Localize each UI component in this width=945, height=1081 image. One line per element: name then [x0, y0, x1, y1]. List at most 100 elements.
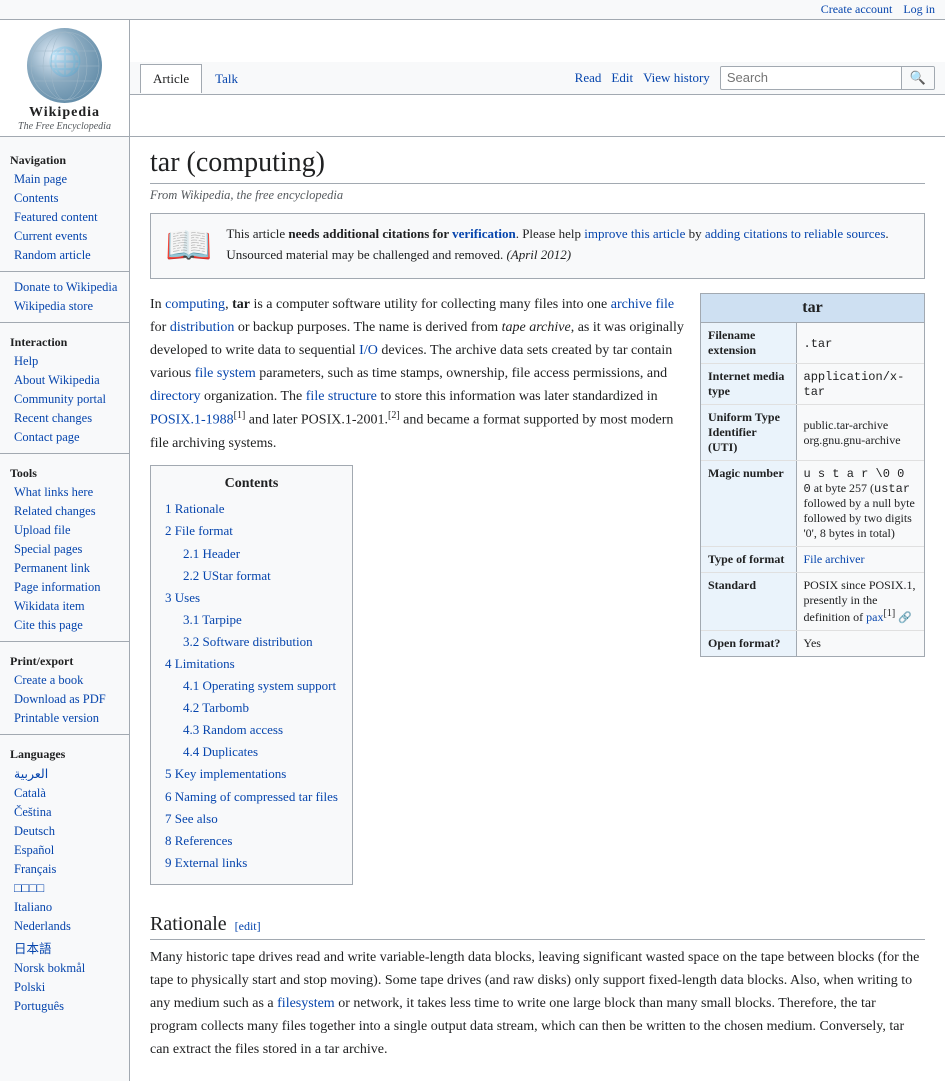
infobox-label: Open format?: [701, 631, 796, 657]
lang-boxes[interactable]: □□□□: [0, 879, 129, 898]
sidebar-item-featured[interactable]: Featured content: [0, 208, 129, 227]
filestructure-link[interactable]: file structure: [306, 389, 377, 404]
rationale-section: Rationale [edit] Many historic tape driv…: [150, 913, 925, 1061]
improve-link[interactable]: improve this article: [584, 226, 685, 241]
sidebar-item-recent[interactable]: Recent changes: [0, 409, 129, 428]
rationale-edit-link[interactable]: [edit]: [235, 919, 261, 934]
toc-link-4[interactable]: 4 Limitations: [165, 656, 235, 671]
toc-link-4-3[interactable]: 4.3 Random access: [183, 722, 283, 737]
lang-nederlands[interactable]: Nederlands: [0, 917, 129, 936]
sidebar-item-wikidata[interactable]: Wikidata item: [0, 597, 129, 616]
toc-item-4: 4 Limitations: [165, 653, 338, 675]
toc-link-6[interactable]: 6 Naming of compressed tar files: [165, 789, 338, 804]
lang-espanol[interactable]: Español: [0, 841, 129, 860]
languages-section-title: Languages: [0, 741, 129, 764]
article-body: tar Filename extension .tar Internet med…: [150, 293, 925, 899]
infobox-label: Internet media type: [701, 364, 796, 405]
posix-link[interactable]: POSIX.1-1988: [150, 413, 234, 428]
infobox-value: application/x-tar: [796, 364, 924, 405]
sidebar-item-special[interactable]: Special pages: [0, 540, 129, 559]
nav-section-title: Navigation: [0, 147, 129, 170]
toc-link-2-2[interactable]: 2.2 UStar format: [183, 568, 271, 583]
sidebar-item-contact[interactable]: Contact page: [0, 428, 129, 447]
archive-file-link[interactable]: archive file: [611, 297, 674, 312]
toc-link-4-2[interactable]: 4.2 Tarbomb: [183, 700, 249, 715]
io-link[interactable]: I/O: [359, 343, 378, 358]
file-archiver-link[interactable]: File archiver: [804, 552, 865, 566]
globe-svg: 🌐: [30, 31, 100, 101]
sidebar-item-createbook[interactable]: Create a book: [0, 671, 129, 690]
sidebar-item-current-events[interactable]: Current events: [0, 227, 129, 246]
tab-article[interactable]: Article: [140, 64, 202, 93]
search-input[interactable]: [721, 67, 901, 88]
toc-title: Contents: [165, 476, 338, 492]
lang-cestina[interactable]: Čeština: [0, 803, 129, 822]
tab-talk[interactable]: Talk: [202, 64, 251, 93]
sidebar-item-whatlinks[interactable]: What links here: [0, 483, 129, 502]
toc-link-9[interactable]: 9 External links: [165, 855, 247, 870]
pax-link[interactable]: pax: [866, 610, 883, 624]
search-button[interactable]: 🔍: [901, 67, 934, 89]
tab-edit[interactable]: Edit: [611, 70, 633, 86]
toc-sub-4: 4.1 Operating system support 4.2 Tarbomb…: [183, 675, 338, 763]
lang-francais[interactable]: Français: [0, 860, 129, 879]
sidebar-item-main-page[interactable]: Main page: [0, 170, 129, 189]
toc-link-5[interactable]: 5 Key implementations: [165, 766, 286, 781]
toc-link-7[interactable]: 7 See also: [165, 811, 218, 826]
toc-sub-2: 2.1 Header 2.2 UStar format: [183, 543, 338, 587]
toc-link-3-1[interactable]: 3.1 Tarpipe: [183, 612, 242, 627]
citations-link[interactable]: adding citations to reliable sources: [705, 226, 886, 241]
tab-view-history[interactable]: View history: [643, 70, 710, 86]
tab-bar: Article Talk Read Edit View history 🔍: [130, 62, 945, 95]
log-in-link[interactable]: Log in: [903, 2, 935, 16]
toc-link-3[interactable]: 3 Uses: [165, 590, 200, 605]
filesystem-link2[interactable]: filesystem: [277, 996, 335, 1011]
toc-item-8: 8 References: [165, 830, 338, 852]
site-logo[interactable]: 🌐 Wikipedia The Free Encyclopedia: [0, 20, 130, 136]
lang-polski[interactable]: Polski: [0, 978, 129, 997]
toc-link-4-1[interactable]: 4.1 Operating system support: [183, 678, 336, 693]
directory-link[interactable]: directory: [150, 389, 201, 404]
sidebar-item-pageinfo[interactable]: Page information: [0, 578, 129, 597]
toc-item-2-2: 2.2 UStar format: [183, 565, 338, 587]
sidebar-item-relatedchanges[interactable]: Related changes: [0, 502, 129, 521]
toc-link-1[interactable]: 1 Rationale: [165, 501, 225, 516]
toc-link-3-2[interactable]: 3.2 Software distribution: [183, 634, 313, 649]
lang-portuguese[interactable]: Português: [0, 997, 129, 1016]
filesystem-link[interactable]: file system: [195, 366, 256, 381]
sidebar-item-printable[interactable]: Printable version: [0, 709, 129, 728]
toc-link-2-1[interactable]: 2.1 Header: [183, 546, 240, 561]
toc-link-8[interactable]: 8 References: [165, 833, 233, 848]
computing-link[interactable]: computing: [165, 297, 225, 312]
toc-item-2: 2 File format: [165, 520, 338, 542]
sidebar-item-community[interactable]: Community portal: [0, 390, 129, 409]
table-row: Filename extension .tar: [701, 323, 924, 364]
sidebar-item-contents[interactable]: Contents: [0, 189, 129, 208]
sidebar-item-pdf[interactable]: Download as PDF: [0, 690, 129, 709]
sidebar-item-cite[interactable]: Cite this page: [0, 616, 129, 635]
lang-norsk[interactable]: Norsk bokmål: [0, 959, 129, 978]
toc-item-3-2: 3.2 Software distribution: [183, 631, 338, 653]
sidebar-item-donate[interactable]: Donate to Wikipedia: [0, 278, 129, 297]
table-row: Open format? Yes: [701, 631, 924, 657]
lang-japanese[interactable]: 日本語: [0, 936, 129, 959]
sidebar-item-store[interactable]: Wikipedia store: [0, 297, 129, 316]
lang-italiano[interactable]: Italiano: [0, 898, 129, 917]
sidebar-item-permanent[interactable]: Permanent link: [0, 559, 129, 578]
toc-link-2[interactable]: 2 File format: [165, 523, 233, 538]
logo-globe: 🌐: [27, 28, 102, 103]
sidebar-item-help[interactable]: Help: [0, 352, 129, 371]
sidebar-item-about[interactable]: About Wikipedia: [0, 371, 129, 390]
lang-arabic[interactable]: العربية: [0, 764, 129, 784]
verification-link[interactable]: verification: [452, 226, 516, 241]
search-form: 🔍: [720, 66, 935, 90]
sidebar-item-random[interactable]: Random article: [0, 246, 129, 265]
sidebar-item-upload[interactable]: Upload file: [0, 521, 129, 540]
lang-catala[interactable]: Català: [0, 784, 129, 803]
table-row: Standard POSIX since POSIX.1, presently …: [701, 573, 924, 631]
tab-read[interactable]: Read: [575, 70, 602, 86]
lang-deutsch[interactable]: Deutsch: [0, 822, 129, 841]
create-account-link[interactable]: Create account: [821, 2, 893, 16]
distribution-link[interactable]: distribution: [170, 320, 235, 335]
toc-link-4-4[interactable]: 4.4 Duplicates: [183, 744, 258, 759]
